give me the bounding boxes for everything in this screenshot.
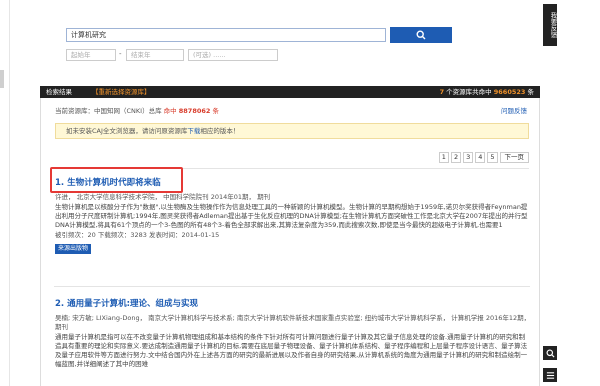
result-title[interactable]: 2. 通用量子计算机:理论、组成与实现 bbox=[55, 298, 531, 310]
download-link[interactable]: 下载 bbox=[187, 127, 200, 135]
database-count: 7 bbox=[439, 88, 445, 96]
menu-tool-button[interactable] bbox=[543, 368, 557, 382]
current-db-label: 当前资源库： bbox=[55, 107, 94, 115]
current-database-line: 当前资源库：中国知网（CNKI）总库 命中 8878062 条 bbox=[55, 105, 219, 115]
page-1[interactable]: 1 bbox=[438, 152, 449, 163]
search-panel: 计算机研究 起始年 - 结束年 (可选) ...... bbox=[60, 22, 470, 72]
search-button[interactable] bbox=[390, 27, 452, 43]
hit-prefix: 命中 bbox=[163, 107, 177, 115]
result-item-2: 2. 通用量子计算机:理论、组成与实现 吴楠; 宋方敏; LIXiang-Don… bbox=[55, 298, 531, 369]
source-publication-button[interactable]: 来源出版物 bbox=[55, 244, 92, 254]
result-meta: 吴楠; 宋方敏; LIXiang-Dong， 南京大学计算机科学与技术系; 南京… bbox=[55, 314, 531, 331]
issue-feedback-link[interactable]: 问题反馈 bbox=[501, 105, 527, 115]
title-highlight-box bbox=[50, 167, 183, 193]
optional-keyword-input[interactable]: (可选) ...... bbox=[188, 49, 278, 61]
result-stats: 被引频次：20 下载频次：3283 发表时间：2014-01-15 bbox=[55, 231, 220, 239]
total-hits: 9660523 bbox=[493, 88, 526, 96]
search-tool-button[interactable] bbox=[543, 346, 557, 360]
hit-count: 8878062 bbox=[178, 107, 211, 115]
install-notice-text: 如未安装CAJ全文浏览器，请访问原资源库 bbox=[66, 127, 188, 135]
hit-suffix: 条 bbox=[212, 107, 220, 115]
count-prefix: 个资源库共命中 bbox=[446, 88, 492, 96]
results-count: 7 个资源库共命中 9660523 条 bbox=[440, 86, 534, 98]
search-icon bbox=[416, 30, 426, 40]
left-edge-strip bbox=[0, 0, 10, 386]
page-4[interactable]: 4 bbox=[475, 152, 486, 163]
pagination: 1 2 3 4 5 下一页 bbox=[438, 152, 529, 163]
page-2[interactable]: 2 bbox=[450, 152, 462, 163]
result-number: 2. bbox=[55, 299, 65, 309]
results-title: 检索结果 bbox=[46, 88, 72, 96]
list-icon bbox=[546, 371, 554, 379]
result-abstract: 生物计算机是以核酸分子作为"数据",以生物酶及生物操作作为信息处理工具的一种新颖… bbox=[55, 203, 528, 229]
page-3[interactable]: 3 bbox=[463, 152, 474, 163]
date-range-dash: - bbox=[119, 50, 122, 58]
search-icon bbox=[545, 348, 555, 358]
end-year-input[interactable]: 结束年 bbox=[126, 49, 184, 61]
results-header-bar: 检索结果 【重新选择资源库】 7 个资源库共命中 9660523 条 bbox=[40, 86, 540, 98]
result-meta: 许进， 北京大学信息科学技术学院， 中国科学院院刊 2014年01期， 期刊 bbox=[55, 193, 271, 201]
feedback-tab[interactable]: 我要反馈 bbox=[543, 4, 557, 46]
caj-install-notice: 如未安装CAJ全文浏览器，请访问原资源库下载相应的版本！ bbox=[55, 123, 529, 139]
start-year-input[interactable]: 起始年 bbox=[66, 49, 116, 61]
search-input[interactable]: 计算机研究 bbox=[66, 28, 386, 42]
results-content: 当前资源库：中国知网（CNKI）总库 命中 8878062 条 问题反馈 如未安… bbox=[40, 98, 540, 386]
result-divider bbox=[54, 286, 530, 287]
db-hit-count: 命中 8878062 条 bbox=[164, 107, 219, 115]
result-title-text[interactable]: 通用量子计算机:理论、组成与实现 bbox=[67, 299, 198, 309]
page-5[interactable]: 5 bbox=[487, 152, 498, 163]
left-strip-notch bbox=[0, 70, 4, 88]
reselect-database-link[interactable]: 【重新选择资源库】 bbox=[92, 86, 151, 98]
result-abstract: 通用量子计算机是指可以在不改变量子计算机物理组成和基本结构的条件下针对所有可计算… bbox=[55, 333, 528, 368]
count-suffix: 条 bbox=[527, 88, 535, 96]
next-page-button[interactable]: 下一页 bbox=[499, 152, 529, 163]
install-notice-suffix: 相应的版本！ bbox=[200, 127, 240, 135]
current-db-name: 中国知网（CNKI）总库 bbox=[94, 107, 162, 115]
